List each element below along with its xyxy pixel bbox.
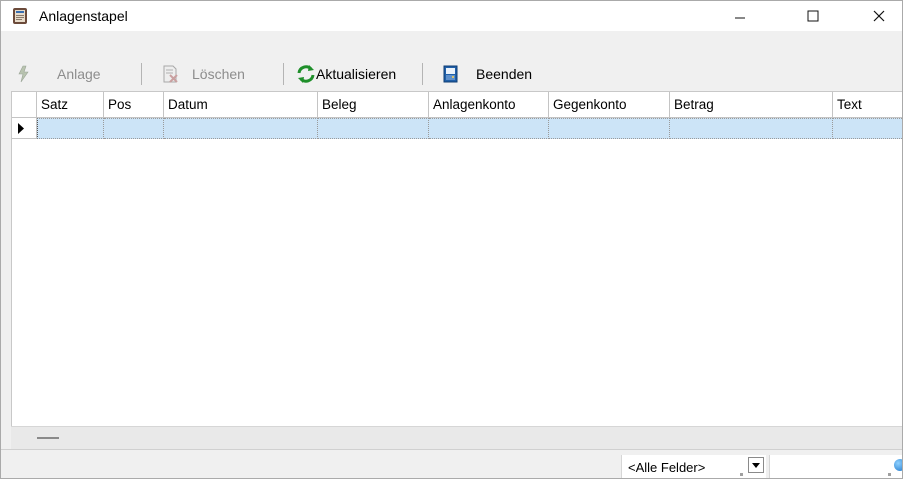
exit-door-icon <box>442 65 460 83</box>
search-input[interactable] <box>769 455 902 478</box>
resize-grip <box>888 473 891 476</box>
toolbar-separator <box>422 63 423 85</box>
anlage-label: Anlage <box>57 66 101 82</box>
grid-footer-strip <box>11 426 902 449</box>
loeschen-label: Löschen <box>192 66 245 82</box>
row-indicator-header <box>12 92 37 118</box>
chevron-down-icon <box>752 462 760 468</box>
column-header-gegenkonto[interactable]: Gegenkonto <box>549 92 670 118</box>
cell-text[interactable] <box>833 118 902 139</box>
beenden-label: Beenden <box>476 66 533 82</box>
toolbar-separator <box>283 63 284 85</box>
cell-satz[interactable] <box>37 118 104 139</box>
current-row-indicator <box>12 118 37 139</box>
ledger-book-icon <box>11 7 29 25</box>
column-header-satz[interactable]: Satz <box>37 92 104 118</box>
aktualisieren-label: Aktualisieren <box>316 66 397 82</box>
loeschen-button[interactable]: Löschen <box>162 60 245 88</box>
field-filter-select[interactable]: <Alle Felder> <box>621 455 766 478</box>
aktualisieren-button[interactable]: Aktualisieren <box>296 60 396 88</box>
grid-header: Satz Pos Datum Beleg Anlagenkonto Gegenk… <box>12 92 902 118</box>
cell-beleg[interactable] <box>318 118 429 139</box>
lightning-icon <box>15 65 33 83</box>
column-header-beleg[interactable]: Beleg <box>318 92 429 118</box>
window-title: Anlagenstapel <box>39 8 128 24</box>
anlagenstapel-window: Anlagenstapel Anlage Löschen Aktualisier… <box>0 0 903 479</box>
cell-betrag[interactable] <box>670 118 833 139</box>
delete-document-icon <box>162 65 180 83</box>
column-header-text[interactable]: Text <box>833 92 902 118</box>
cell-gegenkonto[interactable] <box>549 118 670 139</box>
toolbar-separator <box>141 63 142 85</box>
maximize-button[interactable] <box>790 1 836 31</box>
anlage-button[interactable]: Anlage <box>15 60 101 88</box>
row-pointer-icon <box>18 123 24 134</box>
toolbar: Anlage Löschen Aktualisieren Beenden <box>1 60 902 90</box>
cell-datum[interactable] <box>164 118 318 139</box>
refresh-icon <box>296 64 316 84</box>
dropdown-button[interactable] <box>748 457 764 473</box>
column-header-betrag[interactable]: Betrag <box>670 92 833 118</box>
column-header-pos[interactable]: Pos <box>104 92 164 118</box>
search-globe-icon[interactable] <box>894 459 902 471</box>
column-header-datum[interactable]: Datum <box>164 92 318 118</box>
beenden-button[interactable]: Beenden <box>442 60 532 88</box>
column-header-anlagenkonto[interactable]: Anlagenkonto <box>429 92 549 118</box>
cell-anlagenkonto[interactable] <box>429 118 549 139</box>
minimize-button[interactable] <box>717 1 763 31</box>
cell-pos[interactable] <box>104 118 164 139</box>
resize-grip <box>740 473 743 476</box>
close-button[interactable] <box>856 1 902 31</box>
collapse-handle[interactable] <box>37 437 59 439</box>
field-filter-value: <Alle Felder> <box>628 460 706 475</box>
title-bar: Anlagenstapel <box>1 1 902 31</box>
table-row[interactable] <box>12 118 902 139</box>
status-bar: <Alle Felder> <box>1 449 902 478</box>
data-grid[interactable]: Satz Pos Datum Beleg Anlagenkonto Gegenk… <box>11 91 902 427</box>
